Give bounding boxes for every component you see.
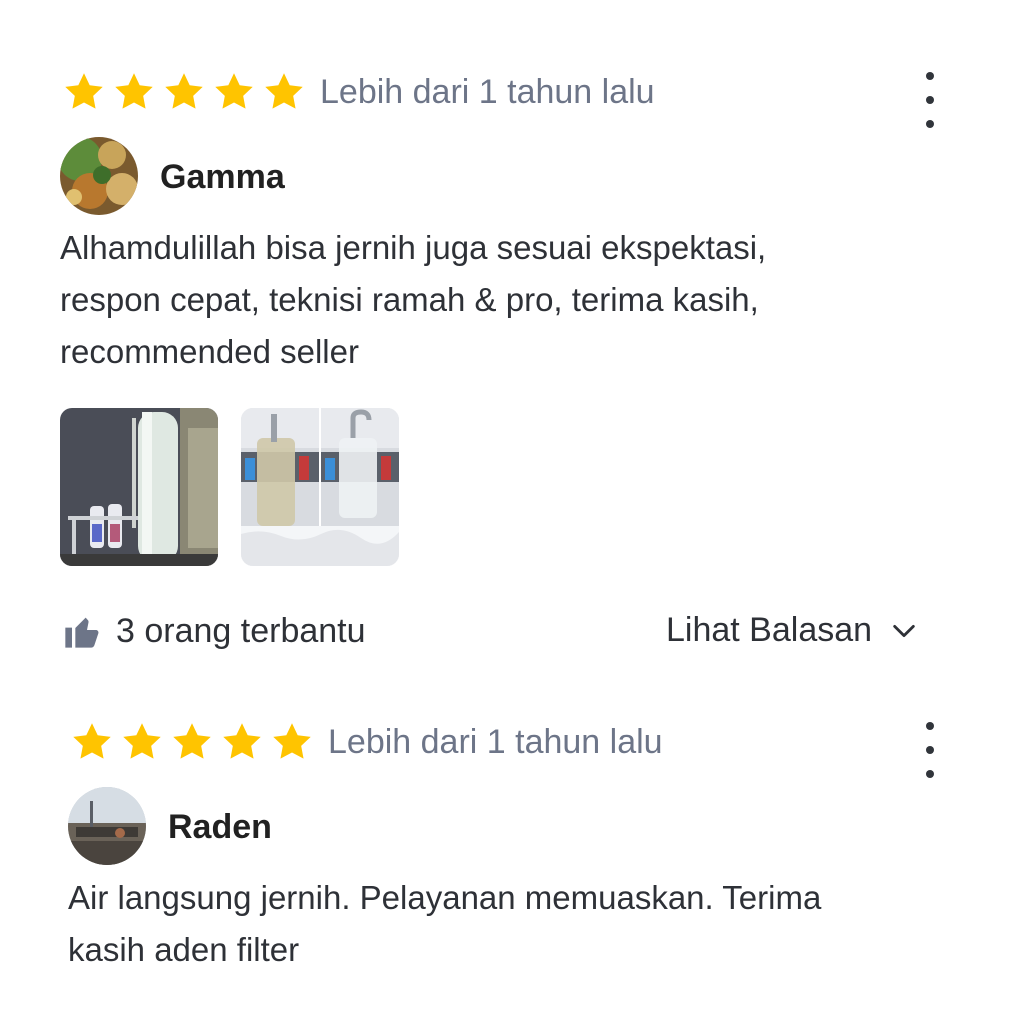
review-photo-water-comparison[interactable]: [241, 408, 399, 566]
more-vertical-icon: [926, 722, 934, 730]
helpful-button[interactable]: 3 orang terbantu: [62, 611, 366, 651]
review-text: Alhamdulillah bisa jernih juga sesuai ek…: [60, 222, 940, 378]
avatar: [68, 787, 146, 865]
view-replies-label: Lihat Balasan: [666, 611, 873, 649]
star-icon: [215, 73, 253, 109]
helpful-count: 3 orang terbantu: [116, 611, 366, 650]
star-rating: [70, 720, 314, 764]
review-text: Air langsung jernih. Pelayanan memuaskan…: [68, 872, 948, 976]
star-rating: [62, 70, 306, 114]
review-text-line: Air langsung jernih. Pelayanan memuaskan…: [68, 879, 822, 916]
review-text-line: Alhamdulillah bisa jernih juga sesuai ek…: [60, 229, 767, 266]
review-text-line: recommended seller: [60, 333, 359, 370]
reviewer-name: Gamma: [160, 158, 285, 196]
star-icon: [115, 73, 153, 109]
review-date: Lebih dari 1 tahun lalu: [328, 723, 663, 761]
star-icon: [273, 723, 311, 759]
star-icon: [123, 723, 161, 759]
avatar: [60, 137, 138, 215]
review-photo-filter-tank[interactable]: [60, 408, 218, 566]
review-text-line: respon cepat, teknisi ramah & pro, terim…: [60, 281, 759, 318]
star-icon: [65, 73, 103, 109]
more-options-button[interactable]: [915, 72, 945, 128]
reviewer-name: Raden: [168, 808, 272, 846]
review-text-line: kasih aden filter: [68, 931, 300, 968]
thumbs-up-icon: [65, 617, 99, 648]
view-replies-button[interactable]: Lihat Balasan: [666, 611, 918, 650]
star-icon: [173, 723, 211, 759]
star-icon: [223, 723, 261, 759]
chevron-down-icon: [893, 624, 915, 637]
star-icon: [73, 723, 111, 759]
more-options-button[interactable]: [915, 722, 945, 778]
star-icon: [165, 73, 203, 109]
more-vertical-icon: [926, 72, 934, 80]
star-icon: [265, 73, 303, 109]
review-date: Lebih dari 1 tahun lalu: [320, 73, 655, 111]
